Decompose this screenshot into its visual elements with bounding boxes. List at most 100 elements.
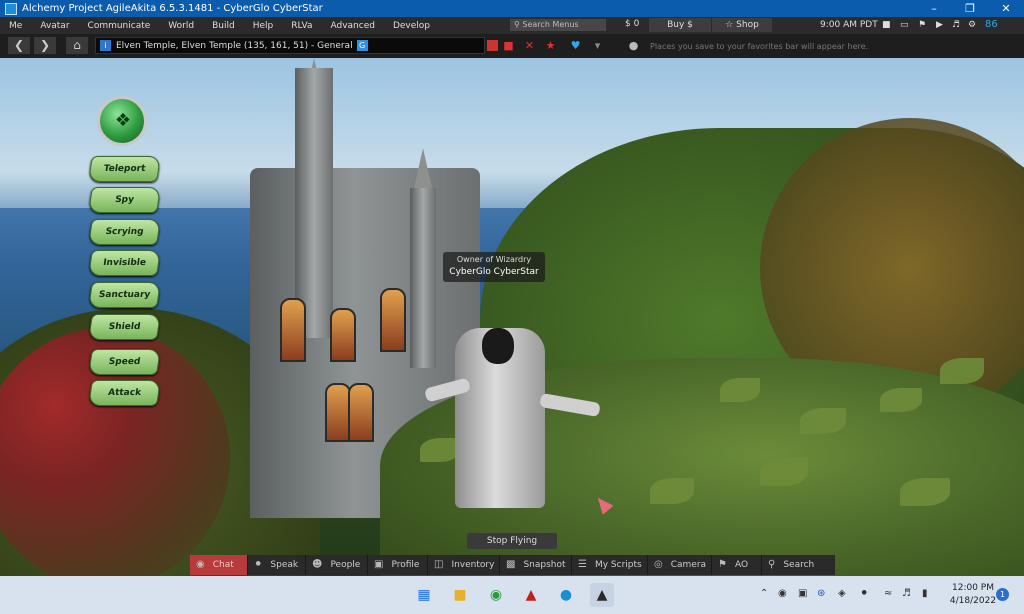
toolbar-inventory-button[interactable]: ◫ Inventory <box>428 555 500 575</box>
toolbar-button-label: AO <box>734 560 749 570</box>
forward-button[interactable]: ❯ <box>34 37 56 54</box>
back-arrow-icon: ❮ <box>13 38 25 52</box>
avatar-head <box>482 328 514 364</box>
back-button[interactable]: ❮ <box>8 37 30 54</box>
menu-bar: Me Avatar Communicate World Build Help R… <box>0 17 1024 34</box>
hud-shield-button[interactable]: Shield <box>88 314 161 340</box>
hud-speed-button[interactable]: Speed <box>88 349 161 375</box>
shop-label: Shop <box>736 20 759 30</box>
buy-currency-button[interactable]: Buy $ <box>649 18 711 32</box>
toolbar-profile-button[interactable]: ▣ Profile <box>368 555 428 575</box>
toolbar-people-button[interactable]: ☻ People <box>306 555 368 575</box>
walk-icon[interactable]: ⚑ <box>918 20 926 30</box>
toolbar-snapshot-button[interactable]: ▩ Snapshot <box>500 555 572 575</box>
no-fly-icon[interactable] <box>487 40 498 51</box>
monitor-icon[interactable]: ▭ <box>900 20 909 30</box>
bluetooth-icon[interactable]: ⊛ <box>817 588 825 599</box>
toolbar-speak-button[interactable]: ⚫ Speak <box>248 555 306 575</box>
tray-app-icon[interactable]: ▣ <box>798 588 807 599</box>
toolbar-ao-button[interactable]: ⚑ AO <box>712 555 762 575</box>
system-clock[interactable]: 12:00 PM 4/18/2022 <box>943 582 1003 608</box>
hud-sanctuary-button[interactable]: Sanctuary <box>88 282 161 308</box>
volume-icon[interactable]: ♬ <box>902 588 911 599</box>
maximize-button[interactable]: ❐ <box>952 2 988 15</box>
nametag-title: Owner of Wizardry <box>456 255 532 264</box>
os-taskbar: ▦ ■ ◉ ▲ ● ▲ ⌃ ◉ ▣ ⊛ ◈ ⚫ ≈ ♬ ▮ 12:00 PM 4… <box>0 576 1024 614</box>
leaf <box>650 478 694 504</box>
menu-build[interactable]: Build <box>203 21 244 31</box>
navigation-bar: ❮ ❯ ⌂ i Elven Temple, Elven Temple (135, … <box>0 34 1024 59</box>
windows-start-icon[interactable]: ▦ <box>412 583 436 607</box>
toolbar-search-button[interactable]: ⚲ Search <box>762 555 835 575</box>
favorites-pin-icon[interactable]: ● <box>628 40 639 51</box>
leaf <box>940 358 984 384</box>
volume-icon[interactable]: ♬ <box>952 20 960 30</box>
file-explorer-icon[interactable]: ■ <box>448 583 472 607</box>
tray-app-icon[interactable]: ◉ <box>778 588 787 599</box>
inventory-icon: ◫ <box>434 559 444 570</box>
tray-expand-icon[interactable]: ⌃ <box>760 588 768 599</box>
menu-world[interactable]: World <box>159 21 203 31</box>
location-text: Elven Temple, Elven Temple (135, 161, 51… <box>116 41 353 51</box>
location-dropdown-icon[interactable]: ▾ <box>592 40 603 51</box>
game-app-icon[interactable]: ▲ <box>519 583 543 607</box>
lock-app-icon[interactable]: ◉ <box>484 583 508 607</box>
microphone-icon[interactable]: ⚫ <box>860 588 868 599</box>
menu-advanced[interactable]: Advanced <box>321 21 383 31</box>
scripts-icon: ☰ <box>578 559 587 570</box>
castle-tower-small <box>410 188 436 368</box>
toolbar-chat-button[interactable]: ◉ Chat <box>190 555 248 575</box>
menu-communicate[interactable]: Communicate <box>79 21 160 31</box>
castle-spire-small <box>413 148 433 193</box>
hud-invisible-button[interactable]: Invisible <box>88 250 161 276</box>
tray-app-icon[interactable]: ◈ <box>838 588 846 599</box>
menu-develop[interactable]: Develop <box>384 21 439 31</box>
notification-badge[interactable]: 1 <box>996 588 1009 601</box>
alchemy-viewer-taskbar-icon[interactable]: ▲ <box>590 583 614 607</box>
battery-icon[interactable]: ▮ <box>922 588 928 599</box>
menu-rlva[interactable]: RLVa <box>282 21 321 31</box>
search-menus-placeholder: Search Menus <box>522 20 579 29</box>
toolbar-camera-button[interactable]: ◎ Camera <box>648 555 712 575</box>
eye-icon: ◎ <box>654 559 663 570</box>
damage-icon[interactable]: ★ <box>545 40 556 51</box>
toolbar-button-label: Inventory <box>451 560 495 570</box>
minimize-button[interactable]: – <box>916 2 952 15</box>
world-viewport[interactable]: ❖ Teleport Spy Scrying Invisible Sanctua… <box>0 58 1024 576</box>
info-icon[interactable]: i <box>100 40 111 51</box>
hud-orb-button[interactable]: ❖ <box>97 96 147 146</box>
leaf <box>800 408 846 434</box>
toolbar-button-label: Speak <box>270 560 299 570</box>
chat-icon: ◉ <box>196 559 205 570</box>
wifi-icon[interactable]: ≈ <box>884 588 892 599</box>
health-heart-icon[interactable]: ♥ <box>570 40 581 51</box>
toolbar-button-label: Camera <box>670 560 707 570</box>
toolbar-button-label: Chat <box>212 560 234 570</box>
video-icon[interactable]: ■ <box>882 20 891 30</box>
hud-scrying-button[interactable]: Scrying <box>88 219 161 245</box>
menu-me[interactable]: Me <box>0 21 31 31</box>
menu-help[interactable]: Help <box>244 21 283 31</box>
play-icon[interactable]: ▶ <box>936 20 943 30</box>
toolbar-my-scripts-button[interactable]: ☰ My Scripts <box>572 555 648 575</box>
no-build-icon[interactable]: ■ <box>503 40 514 51</box>
search-menus-input[interactable]: ⚲ Search Menus <box>510 19 606 31</box>
avatar-nametag: Owner of Wizardry CyberGlo CyberStar <box>443 252 545 282</box>
no-scripts-icon[interactable]: ✕ <box>524 40 535 51</box>
people-icon: ☻ <box>312 559 323 570</box>
menu-avatar[interactable]: Avatar <box>31 21 78 31</box>
stop-flying-button[interactable]: Stop Flying <box>467 533 557 549</box>
app-icon <box>5 2 17 15</box>
gear-icon[interactable]: ⚙ <box>968 20 976 30</box>
edge-browser-icon[interactable]: ● <box>554 583 578 607</box>
hud-spy-button[interactable]: Spy <box>88 187 161 213</box>
home-button[interactable]: ⌂ <box>66 37 88 54</box>
close-button[interactable]: ✕ <box>988 2 1024 15</box>
camera-snapshot-icon: ▩ <box>506 559 516 570</box>
hud-attack-button[interactable]: Attack <box>88 380 161 406</box>
balance-display: $ 0 <box>625 19 640 29</box>
hud-teleport-button[interactable]: Teleport <box>88 156 161 182</box>
castle-tower <box>295 68 333 338</box>
location-input[interactable]: i Elven Temple, Elven Temple (135, 161, 5… <box>95 37 485 54</box>
shop-button[interactable]: ☆ Shop <box>712 18 772 32</box>
